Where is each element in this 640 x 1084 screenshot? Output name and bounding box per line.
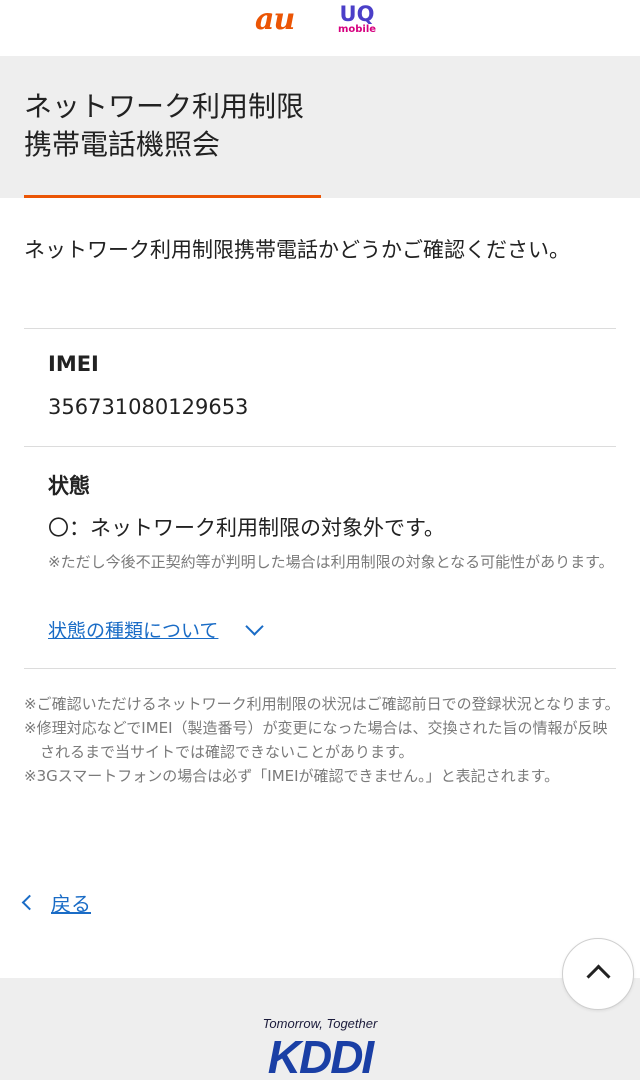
- back-label: 戻る: [51, 892, 91, 916]
- status-types-link[interactable]: 状態の種類について: [48, 616, 218, 643]
- note-item: ※修理対応などでIMEI（製造番号）が変更になった場合は、交換された旨の情報が反…: [24, 719, 608, 761]
- note-item: ※ご確認いただけるネットワーク利用制限の状況はご確認前日での登録状況となります。: [24, 695, 620, 713]
- status-label: 状態: [48, 474, 90, 498]
- back-link[interactable]: 戻る: [21, 888, 91, 917]
- intro-text: ネットワーク利用制限携帯電話かどうかご確認ください。: [24, 238, 570, 262]
- scroll-top-button[interactable]: [562, 938, 634, 1010]
- divider: [24, 446, 616, 447]
- kddi-logo[interactable]: KDDI: [0, 1030, 640, 1084]
- page-title: ネットワーク利用制限 携帯電話機照会: [24, 88, 544, 164]
- au-logo[interactable]: au: [255, 2, 295, 37]
- chevron-left-icon: [21, 894, 38, 911]
- imei-label: IMEI: [48, 352, 99, 376]
- kddi-tagline: Tomorrow, Together: [262, 1016, 378, 1031]
- divider: [24, 328, 616, 329]
- chevron-up-icon: [586, 964, 611, 989]
- uq-mobile-logo[interactable]: UQ mobile: [332, 2, 382, 36]
- title-underline: [24, 195, 321, 198]
- site-header: au UQ mobile: [0, 0, 640, 56]
- status-note: ※ただし今後不正契約等が判明した場合は利用制限の対象となる可能性があります。: [48, 553, 614, 571]
- status-text: 〇：ネットワーク利用制限の対象外です。: [48, 516, 445, 540]
- uq-logo-text: UQ: [339, 2, 375, 26]
- chevron-down-icon[interactable]: [245, 617, 264, 636]
- page-title-line-1: ネットワーク利用制限: [24, 90, 305, 123]
- imei-value: 356731080129653: [48, 395, 249, 419]
- uq-logo-subtext: mobile: [337, 24, 377, 35]
- page-title-line-2: 携帯電話機照会: [24, 128, 221, 161]
- note-item: ※3Gスマートフォンの場合は必ず「IMEIが確認できません。」と表記されます。: [24, 767, 560, 785]
- notes-list: ※ご確認いただけるネットワーク利用制限の状況はご確認前日での登録状況となります。…: [24, 692, 620, 788]
- divider: [24, 668, 616, 669]
